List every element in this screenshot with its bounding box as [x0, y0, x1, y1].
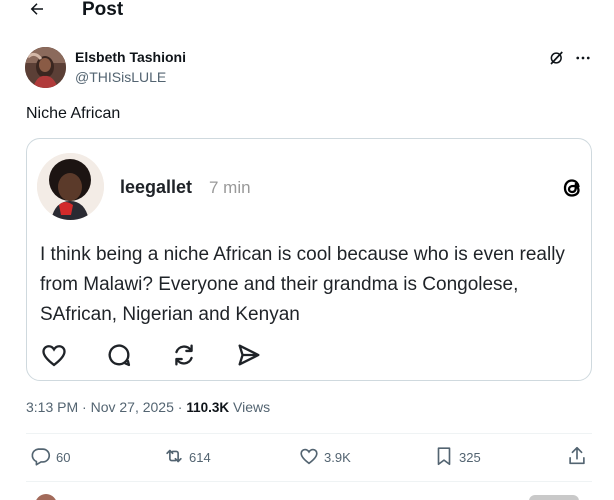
next-reply-avatar[interactable] — [35, 494, 57, 500]
repost-button[interactable]: 614 — [163, 446, 211, 470]
meta-separator: · — [173, 399, 187, 415]
meta-separator: · — [78, 399, 91, 415]
more-options-button[interactable] — [572, 49, 594, 71]
heart-outline-icon — [40, 341, 68, 369]
views-label: Views — [229, 399, 271, 415]
bookmark-button[interactable]: 325 — [433, 446, 481, 470]
share-upload-icon — [566, 445, 588, 472]
reply-count: 60 — [56, 450, 71, 465]
comment-bubble-icon — [105, 341, 133, 369]
reply-button[interactable]: 60 — [30, 446, 70, 470]
like-count: 3.9K — [324, 450, 351, 465]
like-button[interactable]: 3.9K — [298, 446, 351, 470]
grok-button[interactable] — [546, 49, 568, 71]
page-title: Post — [82, 0, 124, 20]
embed-avatar — [37, 153, 104, 220]
divider — [26, 433, 592, 434]
author-handle[interactable]: @THISisLULE — [75, 69, 166, 86]
share-button[interactable] — [566, 446, 588, 470]
views-count: 110.3K — [186, 400, 230, 415]
arrow-left-icon — [28, 0, 46, 23]
bookmark-count: 325 — [459, 450, 481, 465]
post-action-bar: 60 614 3.9K 325 — [0, 446, 614, 470]
embed-timestamp: 7 min — [209, 178, 251, 197]
author-avatar[interactable] — [25, 47, 66, 88]
more-dots-icon — [574, 49, 592, 72]
divider — [26, 481, 592, 482]
repost-count: 614 — [189, 450, 211, 465]
repost-icon — [170, 341, 198, 369]
post-text: Niche African — [26, 105, 121, 122]
top-bar: Post — [0, 0, 614, 24]
embed-text: I think being a niche African is cool be… — [40, 244, 565, 325]
post-time[interactable]: 3:13 PM — [26, 399, 78, 415]
threads-logo-icon — [559, 175, 585, 201]
next-reply-media[interactable] — [529, 495, 579, 500]
post-metadata: 3:13 PM · Nov 27, 2025 · 110.3K Views — [26, 398, 270, 417]
embedded-threads-post[interactable]: leegallet 7 min I think being a niche Af… — [26, 138, 592, 381]
post-date[interactable]: Nov 27, 2025 — [91, 399, 174, 415]
heart-icon — [298, 445, 320, 472]
retweet-icon — [163, 445, 185, 472]
share-send-icon — [235, 341, 263, 369]
grok-icon — [548, 49, 566, 72]
bookmark-icon — [433, 445, 455, 472]
author-name[interactable]: Elsbeth Tashioni — [75, 49, 186, 66]
reply-icon — [30, 445, 52, 472]
back-button[interactable] — [26, 0, 48, 22]
embed-username: leegallet — [120, 177, 193, 197]
